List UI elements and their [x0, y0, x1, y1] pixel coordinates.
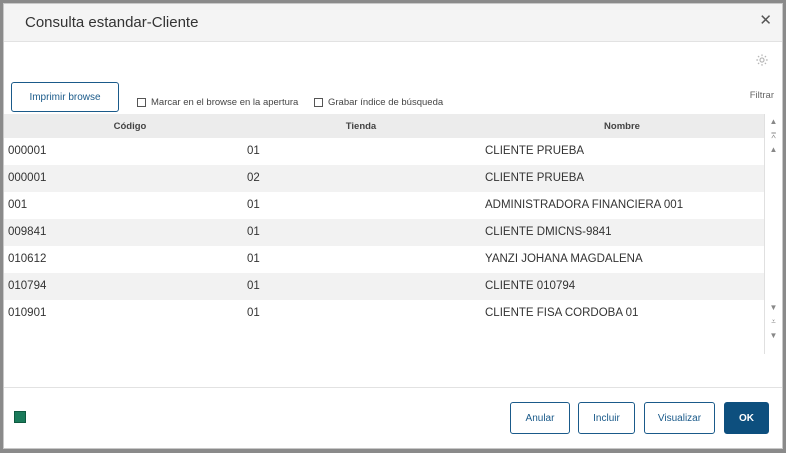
cell-nombre: YANZI JOHANA MAGDALENA [485, 253, 643, 265]
cell-tienda: 01 [247, 199, 260, 211]
cell-nombre: CLIENTE FISA CORDOBA 01 [485, 307, 639, 319]
dialog-titlebar: Consulta estandar-Cliente ✕ [4, 4, 782, 42]
column-header-codigo[interactable]: Código [114, 121, 147, 132]
cell-nombre: CLIENTE 010794 [485, 280, 576, 292]
cell-nombre: CLIENTE PRUEBA [485, 145, 585, 157]
cell-tienda: 01 [247, 307, 260, 319]
mark-on-open-checkbox-box[interactable] [137, 98, 146, 107]
consulta-dialog: Consulta estandar-Cliente ✕ Imprimir bro… [3, 3, 783, 449]
mark-on-open-label: Marcar en el browse en la apertura [151, 97, 299, 108]
visualizar-button[interactable]: Visualizar [644, 402, 715, 434]
grid-header: Código Tienda Nombre [4, 114, 764, 138]
print-browse-button[interactable]: Imprimir browse [11, 82, 119, 112]
scroll-bottom-icon[interactable]: ▼ [767, 330, 780, 341]
footer-divider [4, 387, 782, 388]
cell-tienda: 01 [247, 145, 260, 157]
cell-codigo: 000001 [8, 145, 47, 157]
dialog-title: Consulta estandar-Cliente [25, 14, 199, 31]
grid-scrollbar[interactable]: ▲ ⩞ ▲ ▼ ⩡ ▼ [764, 114, 782, 354]
anular-button[interactable]: Anular [510, 402, 570, 434]
cell-codigo: 010612 [8, 253, 47, 265]
scroll-page-down-icon[interactable]: ⩡ [767, 316, 780, 327]
mark-on-open-checkbox[interactable]: Marcar en el browse en la apertura [137, 97, 298, 108]
results-grid: Código Tienda Nombre 000001 01 CLIENTE P… [4, 114, 764, 354]
gear-icon[interactable] [755, 53, 769, 67]
save-index-checkbox[interactable]: Grabar índice de búsqueda [314, 97, 443, 108]
table-row[interactable]: 000001 01 CLIENTE PRUEBA [4, 138, 764, 165]
table-row[interactable]: 009841 01 CLIENTE DMICNS-9841 [4, 219, 764, 246]
scroll-top-icon[interactable]: ▲ [767, 116, 780, 127]
cell-tienda: 01 [247, 253, 260, 265]
scroll-down-icon[interactable]: ▼ [767, 302, 780, 313]
scroll-page-up-icon[interactable]: ⩞ [767, 130, 780, 141]
table-row[interactable]: 010612 01 YANZI JOHANA MAGDALENA [4, 246, 764, 273]
cell-codigo: 010901 [8, 307, 47, 319]
table-row[interactable]: 010901 01 CLIENTE FISA CORDOBA 01 [4, 300, 764, 327]
cell-codigo: 001 [8, 199, 28, 211]
save-index-checkbox-box[interactable] [314, 98, 323, 107]
save-index-label: Grabar índice de búsqueda [328, 97, 444, 108]
cell-codigo: 009841 [8, 226, 47, 238]
column-header-nombre[interactable]: Nombre [604, 121, 640, 132]
app-logo-icon [14, 411, 26, 423]
ok-button[interactable]: OK [724, 402, 769, 434]
table-row[interactable]: 000001 02 CLIENTE PRUEBA [4, 165, 764, 192]
filter-link[interactable]: Filtrar [750, 90, 774, 101]
cell-nombre: CLIENTE DMICNS-9841 [485, 226, 612, 238]
incluir-button[interactable]: Incluir [578, 402, 635, 434]
table-row[interactable]: 001 01 ADMINISTRADORA FINANCIERA 001 [4, 192, 764, 219]
table-row[interactable]: 010794 01 CLIENTE 010794 [4, 273, 764, 300]
cell-tienda: 01 [247, 226, 260, 238]
cell-nombre: CLIENTE PRUEBA [485, 172, 585, 184]
close-icon[interactable]: ✕ [759, 13, 772, 29]
cell-tienda: 02 [247, 172, 260, 184]
cell-codigo: 000001 [8, 172, 47, 184]
cell-nombre: ADMINISTRADORA FINANCIERA 001 [485, 199, 684, 211]
cell-codigo: 010794 [8, 280, 47, 292]
column-header-tienda[interactable]: Tienda [346, 121, 376, 132]
cell-tienda: 01 [247, 280, 260, 292]
scroll-up-icon[interactable]: ▲ [767, 144, 780, 155]
